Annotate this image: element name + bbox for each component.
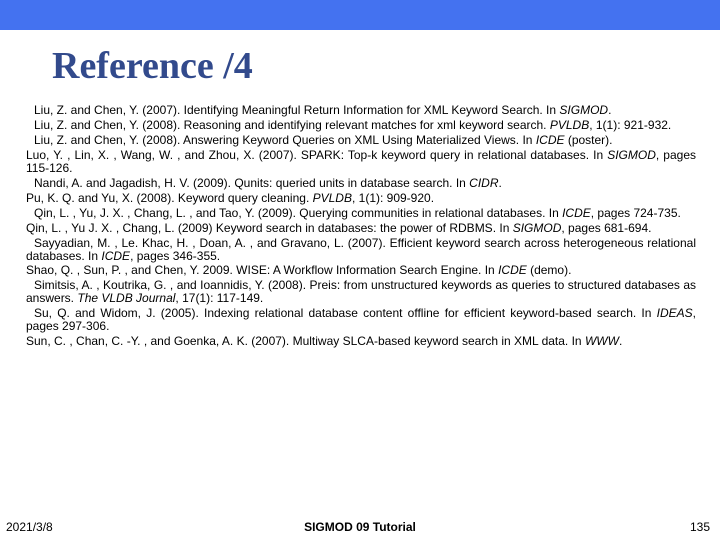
reference-item: Qin, L. , Yu, J. X. , Chang, L. , and Ta… [26, 207, 696, 220]
reference-item: Liu, Z. and Chen, Y. (2008). Reasoning a… [26, 119, 696, 132]
reference-item: Su, Q. and Widom, J. (2005). Indexing re… [26, 307, 696, 333]
reference-text: (poster). [565, 133, 613, 147]
reference-venue: SIGMOD [513, 221, 562, 235]
reference-item: Shao, Q. , Sun, P. , and Chen, Y. 2009. … [26, 264, 696, 277]
reference-item: Qin, L. , Yu J. X. , Chang, L. (2009) Ke… [26, 222, 696, 235]
reference-venue: WWW [585, 334, 619, 348]
reference-item: Simitsis, A. , Koutrika, G. , and Ioanni… [26, 279, 696, 305]
reference-text: , 17(1): 117-149. [175, 291, 263, 305]
reference-venue: ICDE [498, 263, 527, 277]
reference-item: Liu, Z. and Chen, Y. (2008). Answering K… [26, 134, 696, 147]
reference-text: , pages 724-735. [591, 206, 681, 220]
reference-venue: ICDE [101, 249, 130, 263]
reference-text: . [499, 176, 502, 190]
reference-text: , 1(1): 921-932. [589, 118, 671, 132]
reference-text: Nandi, A. and Jagadish, H. V. (2009). Qu… [34, 176, 469, 190]
reference-item: Sayyadian, M. , Le. Khac, H. , Doan, A. … [26, 237, 696, 263]
reference-item: Liu, Z. and Chen, Y. (2007). Identifying… [26, 104, 696, 117]
slide: Reference /4 Liu, Z. and Chen, Y. (2007)… [0, 0, 720, 540]
reference-text: Qin, L. , Yu, J. X. , Chang, L. , and Ta… [34, 206, 562, 220]
reference-item: Luo, Y. , Lin, X. , Wang, W. , and Zhou,… [26, 149, 696, 175]
reference-venue: ICDE [536, 133, 565, 147]
reference-venue: IDEAS [657, 306, 693, 320]
reference-item: Sun, C. , Chan, C. -Y. , and Goenka, A. … [26, 335, 696, 348]
reference-venue: ICDE [562, 206, 591, 220]
footer-page: 135 [690, 520, 710, 534]
reference-text: (demo). [527, 263, 572, 277]
slide-title: Reference /4 [0, 30, 720, 98]
reference-venue: SIGMOD [607, 148, 656, 162]
reference-list: Liu, Z. and Chen, Y. (2007). Identifying… [0, 98, 720, 348]
footer-center: SIGMOD 09 Tutorial [0, 520, 720, 534]
reference-venue: PVLDB [550, 118, 589, 132]
reference-text: , 1(1): 909-920. [352, 191, 434, 205]
reference-text: Sun, C. , Chan, C. -Y. , and Goenka, A. … [26, 334, 585, 348]
title-bar [0, 0, 720, 30]
reference-text: Liu, Z. and Chen, Y. (2008). Answering K… [34, 133, 536, 147]
reference-text: Su, Q. and Widom, J. (2005). Indexing re… [34, 306, 657, 320]
reference-venue: PVLDB [313, 191, 352, 205]
reference-text: . [608, 103, 611, 117]
reference-text: Qin, L. , Yu J. X. , Chang, L. (2009) Ke… [26, 221, 513, 235]
reference-text: Shao, Q. , Sun, P. , and Chen, Y. 2009. … [26, 263, 498, 277]
reference-text: Liu, Z. and Chen, Y. (2007). Identifying… [34, 103, 559, 117]
reference-text: . [619, 334, 622, 348]
reference-text: Luo, Y. , Lin, X. , Wang, W. , and Zhou,… [26, 148, 607, 162]
reference-text: , pages 681-694. [561, 221, 651, 235]
reference-venue: SIGMOD [559, 103, 608, 117]
reference-item: Pu, K. Q. and Yu, X. (2008). Keyword que… [26, 192, 696, 205]
reference-text: Liu, Z. and Chen, Y. (2008). Reasoning a… [34, 118, 550, 132]
reference-item: Nandi, A. and Jagadish, H. V. (2009). Qu… [26, 177, 696, 190]
reference-venue: The VLDB Journal [77, 291, 175, 305]
reference-text: Pu, K. Q. and Yu, X. (2008). Keyword que… [26, 191, 313, 205]
reference-text: , pages 346-355. [130, 249, 220, 263]
reference-venue: CIDR [469, 176, 498, 190]
